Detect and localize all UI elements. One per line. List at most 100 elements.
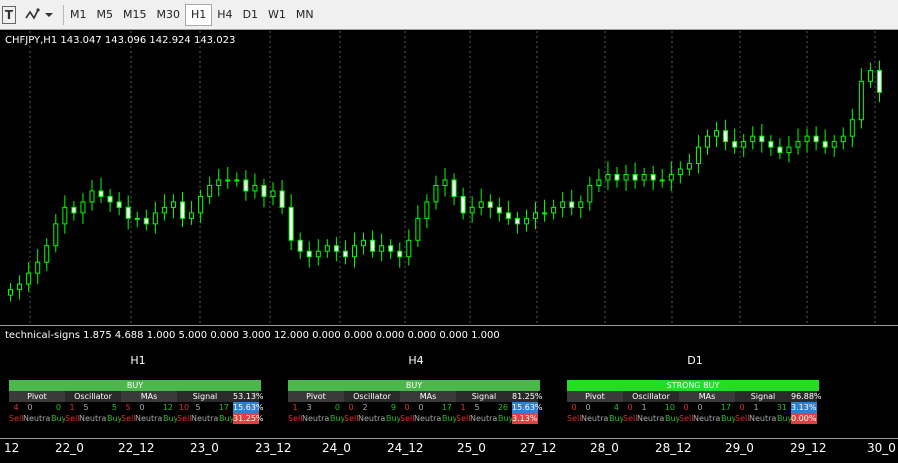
label-neutral: Neutral (414, 414, 442, 423)
candle (424, 194, 430, 229)
pct-neutral: 15.63% (512, 402, 543, 413)
label-sell: Sell (735, 414, 749, 423)
count-cell: 2 (362, 403, 368, 412)
time-tick-label: 23_12 (255, 441, 292, 455)
candle (180, 192, 186, 228)
timeframe-w1[interactable]: W1 (263, 4, 291, 26)
timeframe-h1[interactable]: H1 (185, 4, 213, 26)
label-buy: Buy (386, 414, 400, 423)
candle (351, 232, 357, 268)
label-sell: Sell (400, 414, 414, 423)
timeframe-mn[interactable]: MN (291, 4, 319, 26)
panel-header-oscillator: Oscillator (65, 391, 121, 402)
count-cell: 0 (683, 403, 689, 412)
symbol-label: CHFJPY,H1 143.047 143.096 142.924 143.02… (5, 35, 236, 46)
candle (152, 201, 158, 234)
candle (415, 205, 421, 247)
panel-title-h4: H4 (408, 354, 424, 367)
candle (98, 177, 104, 204)
panel-header-mas: MAs (121, 391, 177, 402)
candle (216, 169, 222, 197)
toolbar-separator (63, 5, 64, 25)
count-cell: 17 (218, 403, 229, 412)
panel-header-mas: MAs (679, 391, 735, 402)
candle (379, 233, 385, 262)
label-neutral: Neutral (581, 414, 609, 423)
candle (741, 133, 747, 157)
count-cell: 4 (13, 403, 19, 412)
candle (306, 241, 312, 268)
candle (641, 167, 647, 187)
timeframe-h4[interactable]: H4 (212, 4, 237, 26)
label-sell: Sell (288, 414, 302, 423)
candle (768, 135, 774, 156)
panel-title-h1: H1 (130, 354, 146, 367)
count-cell: 0 (55, 403, 61, 412)
candle (53, 213, 59, 253)
panel-header-signal: Signal (177, 391, 233, 402)
time-tick-label: 22_0 (55, 441, 84, 455)
count-cell: 3 (306, 403, 312, 412)
label-neutral: Neutral (693, 414, 721, 423)
count-cell: 17 (441, 403, 452, 412)
timeframe-m1[interactable]: M1 (65, 4, 92, 26)
candle (442, 167, 448, 197)
timeframe-d1[interactable]: D1 (238, 4, 263, 26)
objects-icon[interactable] (22, 6, 44, 24)
label-buy: Buy (107, 414, 121, 423)
candle (234, 172, 240, 187)
signal-bar: BUY (288, 380, 540, 391)
candle (198, 189, 204, 223)
dropdown-arrow-icon[interactable] (44, 6, 54, 24)
candle (161, 194, 167, 221)
candle (170, 194, 176, 219)
text-tool-icon[interactable]: T (2, 6, 16, 24)
time-tick-label: 24_12 (387, 441, 424, 455)
candle (116, 192, 122, 216)
candle (858, 68, 864, 129)
candle (333, 236, 339, 262)
label-neutral: Neutral (358, 414, 386, 423)
candle (686, 153, 692, 176)
candle (695, 135, 701, 174)
count-cell: 0 (739, 403, 745, 412)
candle (650, 165, 656, 190)
pct-sell: 31.25% (233, 413, 264, 424)
candle (523, 209, 529, 232)
candle (261, 178, 267, 208)
time-tick-label: 29_12 (790, 441, 827, 455)
timeframe-group: M1 M5 M15 M30 H1 H4 D1 W1 MN (65, 4, 319, 26)
count-cell: 1 (69, 403, 75, 412)
candle (795, 128, 801, 155)
count-cell: 17 (720, 403, 731, 412)
count-cell: 0 (585, 403, 591, 412)
candle (243, 170, 249, 201)
candle (551, 199, 557, 220)
count-cell: 0 (139, 403, 145, 412)
panel-header-signal: Signal (456, 391, 512, 402)
timeframe-m5[interactable]: M5 (92, 4, 119, 26)
candle (605, 161, 611, 190)
candle (107, 188, 113, 212)
candle (822, 129, 828, 154)
signal-bar: STRONG BUY (567, 380, 819, 391)
count-cell: 0 (404, 403, 410, 412)
candle (614, 166, 620, 188)
candle (505, 200, 511, 225)
indicator-label: technical-signs 1.875 4.688 1.000 5.000 … (5, 330, 500, 341)
pct-neutral: 3.13% (791, 402, 817, 413)
timeframe-m15[interactable]: M15 (118, 4, 152, 26)
signal-panel-h1: BUY Pivot Oscillator MAs Signal 53.13% 4 0 0 1 5 5 5… (9, 380, 279, 424)
price-chart[interactable] (0, 31, 898, 325)
subwindow-divider[interactable] (0, 325, 898, 326)
signal-panel-h4: BUY Pivot Oscillator MAs Signal 81.25% 1 3 0 0 2 9 0… (288, 380, 558, 424)
timeframe-m30[interactable]: M30 (152, 4, 186, 26)
candle (207, 176, 213, 205)
candle (80, 193, 86, 224)
label-neutral: Neutral (470, 414, 498, 423)
count-cell: 4 (613, 403, 619, 412)
candle (659, 169, 665, 188)
pct-buy: 96.88% (791, 391, 822, 402)
count-cell: 0 (348, 403, 354, 412)
label-neutral: Neutral (79, 414, 107, 423)
